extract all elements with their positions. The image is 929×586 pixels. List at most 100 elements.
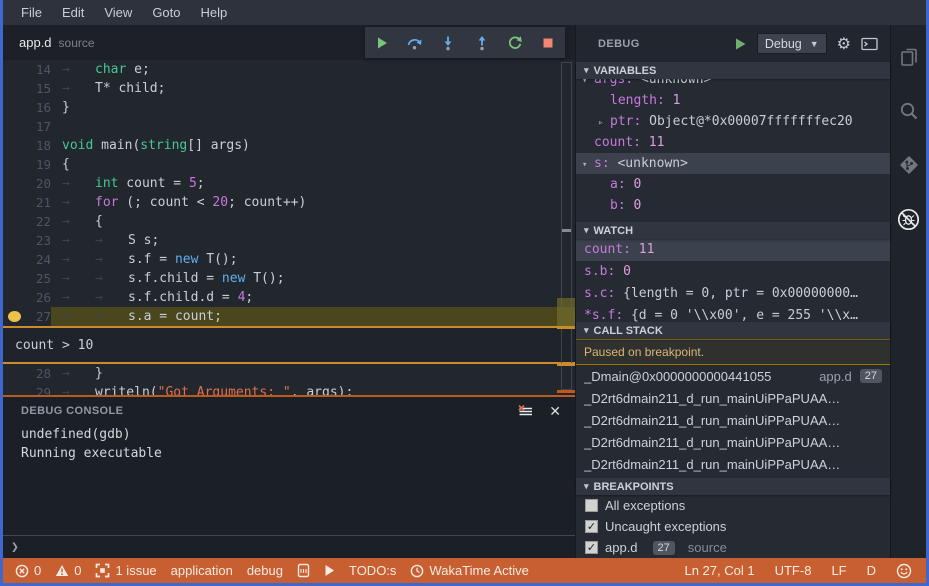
- checkbox[interactable]: [585, 499, 598, 512]
- step-into-button[interactable]: [437, 32, 459, 54]
- variable-row[interactable]: a: 0: [576, 174, 890, 195]
- breakpoint-gutter[interactable]: [3, 136, 25, 155]
- breakpoint-dot[interactable]: [3, 307, 25, 326]
- variable-row[interactable]: count: 11: [576, 132, 890, 153]
- debug-sidebar-title: DEBUG: [598, 37, 640, 50]
- breakpoint-row[interactable]: All exceptions: [576, 495, 890, 516]
- menu-item-edit[interactable]: Edit: [52, 2, 94, 23]
- watch-row[interactable]: count: 11: [576, 239, 890, 261]
- call-stack-frame[interactable]: _D2rt6dmain211_d_run_mainUiPPaPUAA…: [576, 409, 890, 431]
- breakpoint-gutter[interactable]: [3, 231, 25, 250]
- variable-row[interactable]: b: 0: [576, 195, 890, 216]
- step-out-button[interactable]: [471, 32, 493, 54]
- breakpoint-row[interactable]: ✓ app.d 27 source: [576, 537, 890, 558]
- status-item[interactable]: [896, 563, 912, 579]
- step-over-button[interactable]: [404, 32, 426, 54]
- status-item-lf[interactable]: LF: [831, 563, 846, 578]
- code-line-19[interactable]: 19 {: [3, 155, 575, 174]
- status-item-application[interactable]: application: [171, 563, 233, 578]
- overview-ruler[interactable]: [557, 60, 575, 395]
- variable-row[interactable]: ▾ s: <unknown>: [576, 153, 890, 174]
- call-stack-frame[interactable]: _D2rt6dmain211_d_run_mainUiPPaPUAA…: [576, 387, 890, 409]
- checkbox[interactable]: ✓: [585, 520, 598, 533]
- variable-row[interactable]: ▹ ptr: Object@*0x00007fffffffec20: [576, 111, 890, 132]
- status-item[interactable]: [324, 564, 335, 577]
- code-line-16[interactable]: 16}: [3, 98, 575, 117]
- activity-bar-source-control[interactable]: [895, 151, 923, 179]
- status-item-wakatime-active[interactable]: WakaTime Active: [410, 563, 529, 578]
- activity-bar-debug[interactable]: [895, 205, 923, 233]
- status-item[interactable]: [297, 563, 310, 578]
- watch-row[interactable]: *s.f: {d = 0 '\\x00', e = 255 '\\x…: [576, 305, 890, 322]
- code-editor[interactable]: 14 → char e; 15 → T* child; 16} 17 18 void main(s…: [3, 60, 575, 395]
- code-line-25[interactable]: 25 → → s.f.child = new T();: [3, 269, 575, 288]
- code-line-28[interactable]: 28 →}: [3, 364, 575, 383]
- menu-item-goto[interactable]: Goto: [142, 2, 190, 23]
- call-stack-section-header[interactable]: ▾ CALL STACK: [576, 322, 890, 339]
- debug-console-input[interactable]: ❯: [3, 535, 575, 558]
- breakpoint-gutter[interactable]: [3, 117, 25, 136]
- variable-row[interactable]: ▾ args: <unknown>: [576, 79, 890, 90]
- call-stack-frame[interactable]: _D2rt6dmain211_d_run_mainUiPPaPUAA…: [576, 431, 890, 453]
- breakpoint-row[interactable]: ✓ Uncaught exceptions: [576, 516, 890, 537]
- menu-item-help[interactable]: Help: [191, 2, 238, 23]
- scrollbar-track[interactable]: [561, 62, 572, 390]
- gear-icon[interactable]: ⚙: [837, 34, 851, 54]
- variable-row[interactable]: length: 1: [576, 90, 890, 111]
- status-item-todo-s[interactable]: TODO:s: [349, 563, 396, 578]
- code-line-15[interactable]: 15 → T* child;: [3, 79, 575, 98]
- menu-item-file[interactable]: File: [11, 2, 52, 23]
- debug-configuration-select[interactable]: Debug ▼: [756, 33, 827, 54]
- status-item-utf-8[interactable]: UTF-8: [775, 563, 812, 578]
- breakpoint-gutter[interactable]: [3, 383, 25, 395]
- code-line-23[interactable]: 23 → → S s;: [3, 231, 575, 250]
- breakpoint-gutter[interactable]: [3, 193, 25, 212]
- code-line-20[interactable]: 20 → int count = 5;: [3, 174, 575, 193]
- breakpoint-gutter[interactable]: [3, 288, 25, 307]
- activity-bar-explorer[interactable]: [895, 43, 923, 71]
- restart-button[interactable]: [504, 32, 526, 54]
- checkbox[interactable]: ✓: [585, 541, 598, 554]
- breakpoint-gutter[interactable]: [3, 155, 25, 174]
- code-line-27[interactable]: 27 → → s.a = count;: [3, 307, 575, 326]
- status-item-d[interactable]: D: [867, 563, 876, 578]
- breakpoint-gutter[interactable]: [3, 212, 25, 231]
- code-line-21[interactable]: 21 → for (; count < 20; count++): [3, 193, 575, 212]
- status-item-0[interactable]: 0: [15, 563, 41, 578]
- variables-section-header[interactable]: ▾ VARIABLES: [576, 62, 890, 79]
- code-line-22[interactable]: 22 →{: [3, 212, 575, 231]
- breakpoint-condition-widget[interactable]: count > 10: [3, 326, 575, 364]
- activity-bar-search[interactable]: [895, 97, 923, 125]
- breakpoint-gutter[interactable]: [3, 269, 25, 288]
- status-item-debug[interactable]: debug: [247, 563, 283, 578]
- status-item-1-issue[interactable]: 1 issue: [95, 563, 157, 578]
- breakpoint-gutter[interactable]: [3, 60, 25, 79]
- breakpoint-gutter[interactable]: [3, 79, 25, 98]
- watch-row[interactable]: s.c: {length = 0, ptr = 0x00000000…: [576, 283, 890, 305]
- breakpoint-gutter[interactable]: [3, 250, 25, 269]
- stop-button[interactable]: [537, 32, 559, 54]
- code-line-26[interactable]: 26 → → s.f.child.d = 4;: [3, 288, 575, 307]
- code-line-29[interactable]: 29 → writeln("Got Arguments: ", args);: [3, 383, 575, 395]
- call-stack-frame[interactable]: _D2rt6dmain211_d_run_mainUiPPaPUAA…: [576, 453, 890, 475]
- breakpoint-gutter[interactable]: [3, 364, 25, 383]
- breakpoint-gutter[interactable]: [3, 98, 25, 117]
- breakpoints-section-header[interactable]: ▾ BREAKPOINTS: [576, 478, 890, 495]
- code-line-14[interactable]: 14 → char e;: [3, 60, 575, 79]
- watch-section-header[interactable]: ▾ WATCH: [576, 222, 890, 239]
- code-line-24[interactable]: 24 → → s.f = new T();: [3, 250, 575, 269]
- menu-item-view[interactable]: View: [94, 2, 142, 23]
- close-icon[interactable]: ✕: [549, 403, 561, 420]
- tab-app-d[interactable]: app.d source: [3, 25, 111, 60]
- start-debug-icon[interactable]: [734, 37, 747, 51]
- watch-row[interactable]: s.b: 0: [576, 261, 890, 283]
- code-line-18[interactable]: 18 void main(string[] args): [3, 136, 575, 155]
- clear-console-icon[interactable]: [518, 404, 533, 418]
- status-item-0[interactable]: 0: [55, 563, 81, 578]
- debug-console-toggle-icon[interactable]: [861, 37, 878, 51]
- call-stack-frame[interactable]: _Dmain@0x0000000000441055 app.d 27: [576, 365, 890, 387]
- code-line-17[interactable]: 17: [3, 117, 575, 136]
- status-item-ln-27-col-1[interactable]: Ln 27, Col 1: [684, 563, 754, 578]
- continue-button[interactable]: [371, 32, 393, 54]
- breakpoint-gutter[interactable]: [3, 174, 25, 193]
